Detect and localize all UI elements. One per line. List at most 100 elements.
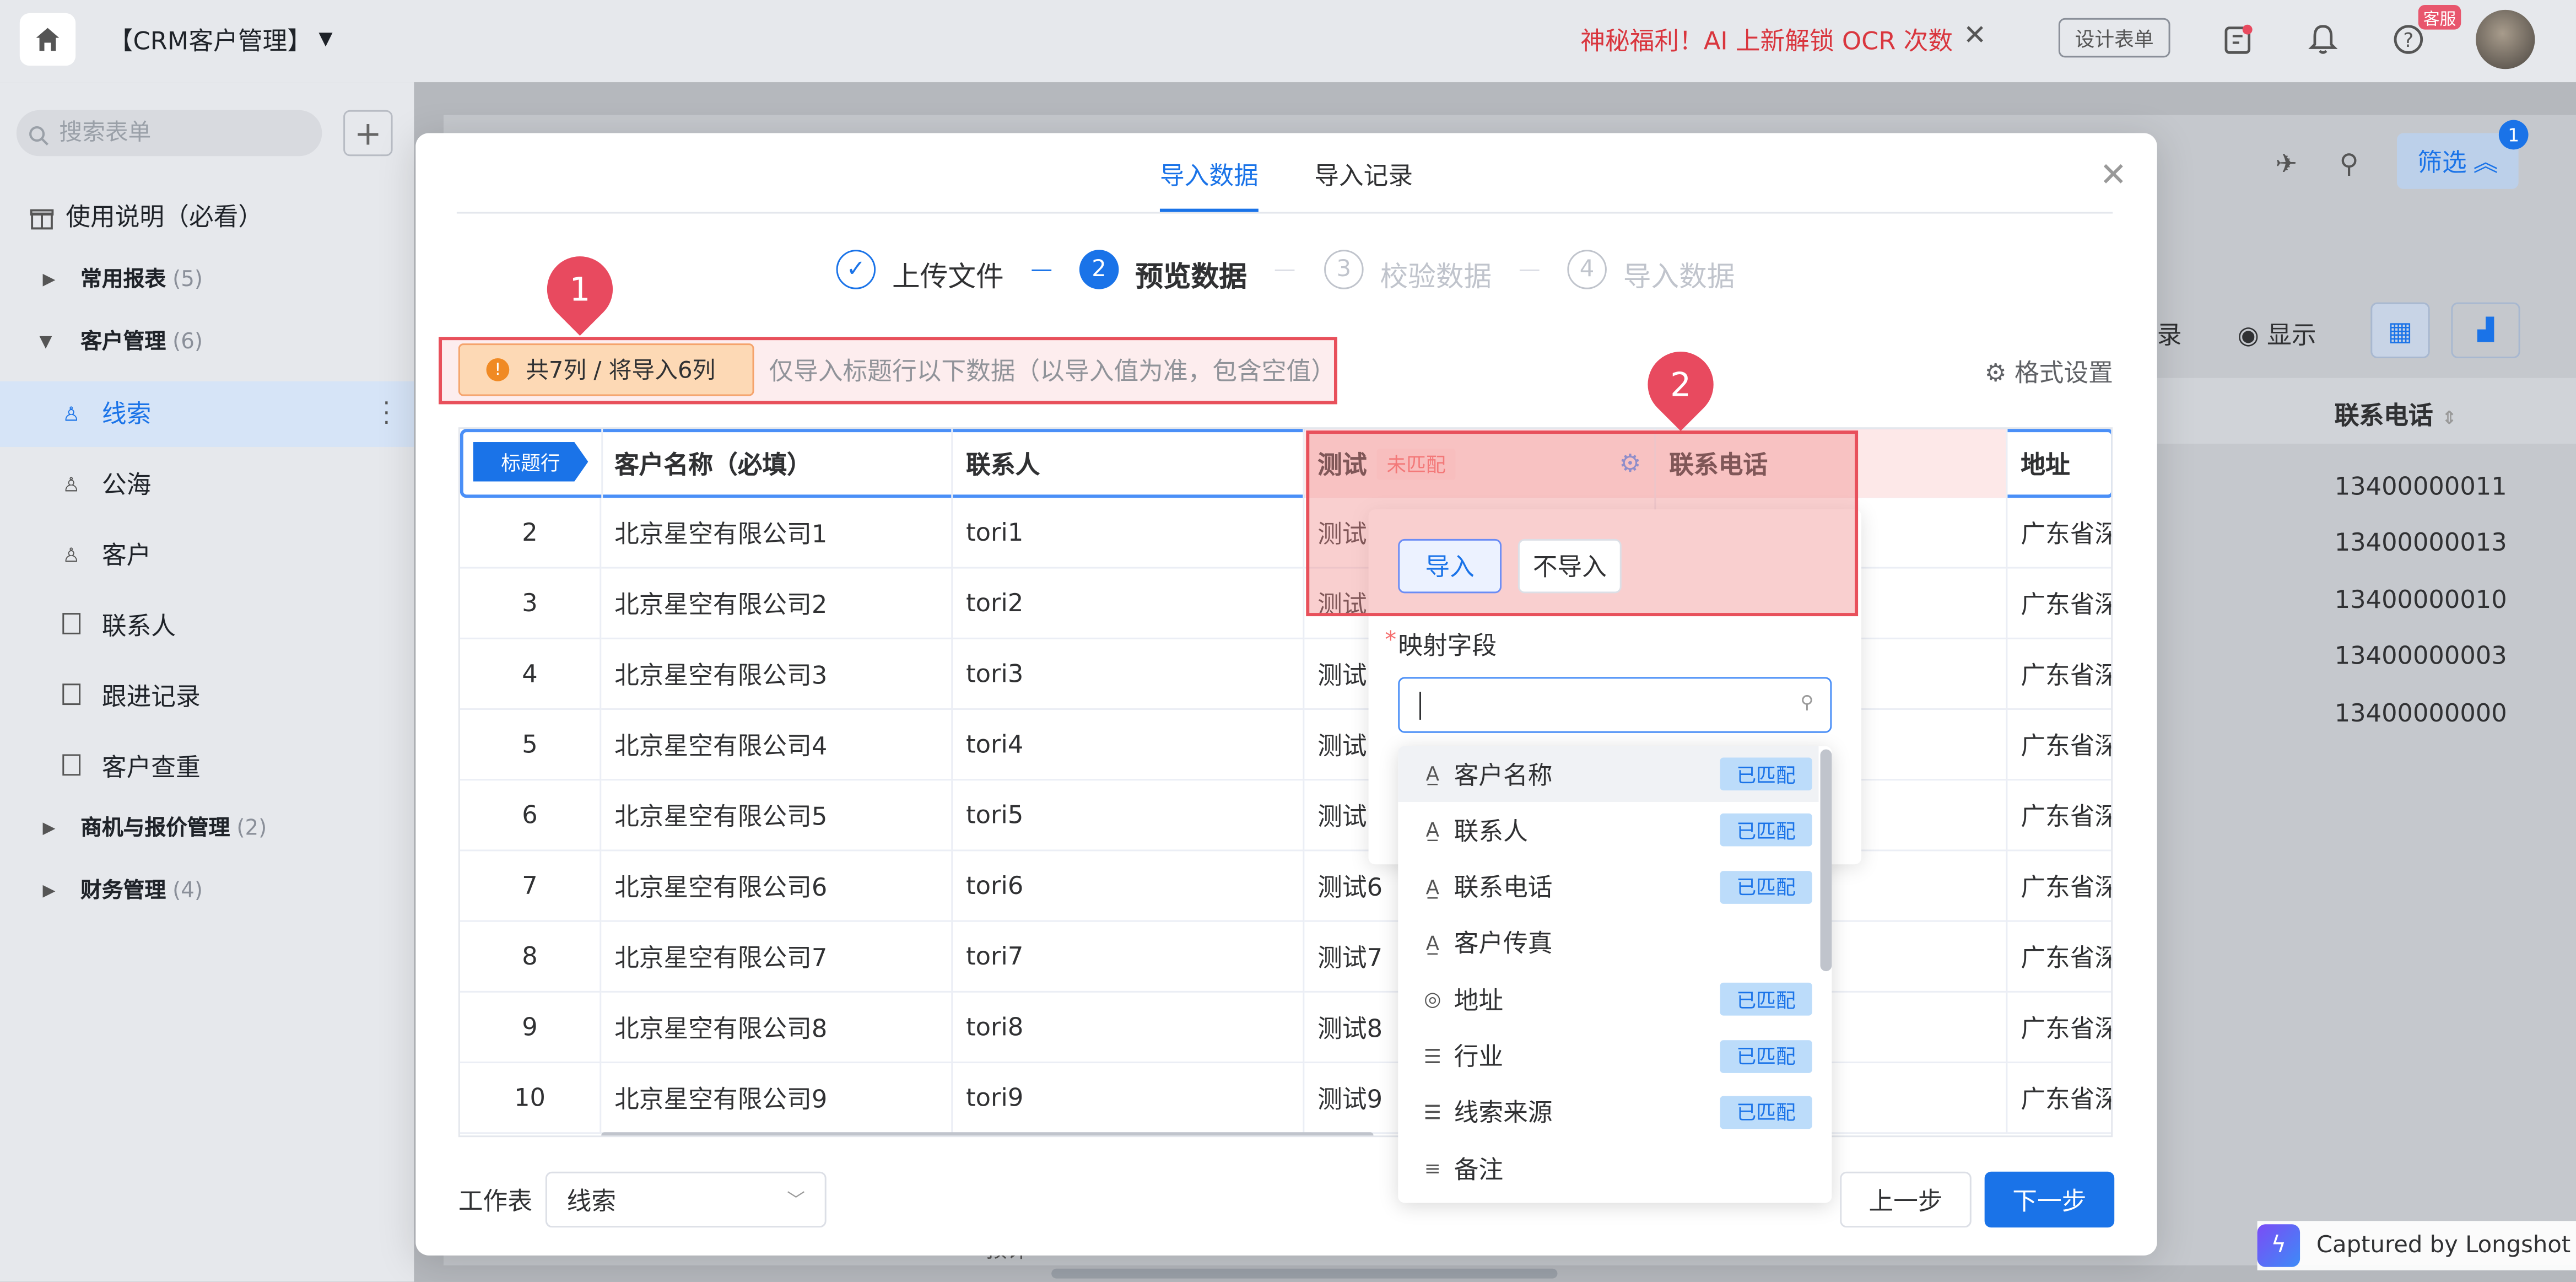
matched-tag: 已匹配 xyxy=(1720,1096,1812,1129)
annotation-box-1 xyxy=(439,337,1337,405)
location-icon: ◎ xyxy=(1424,988,1441,1011)
promo-close-icon[interactable]: ✕ xyxy=(1963,20,1986,53)
mapping-option[interactable]: A̲ 联系人 已匹配 xyxy=(1398,802,1818,858)
mapping-option-label: 客户传真 xyxy=(1454,929,1553,959)
caret-right-icon[interactable]: ▶ xyxy=(43,882,56,901)
table-scrollbar[interactable] xyxy=(601,1132,1374,1136)
select-icon: ☰ xyxy=(1423,1044,1441,1068)
sort-icon[interactable]: ⇕ xyxy=(2442,407,2456,429)
dropdown-scrollbar[interactable] xyxy=(1820,749,1832,972)
prev-step-button[interactable]: 上一步 xyxy=(1840,1171,1972,1228)
mapping-field-search-input[interactable]: ⚲ xyxy=(1398,677,1832,733)
mapping-option-label: 行业 xyxy=(1454,1042,1504,1071)
horizontal-scrollbar[interactable] xyxy=(1051,1268,1558,1279)
header-customer-name[interactable]: 客户名称（必填） xyxy=(601,429,953,498)
todo-icon[interactable] xyxy=(2218,20,2258,60)
text-icon: A̲ xyxy=(1425,762,1440,786)
table-cell: tori2 xyxy=(953,568,1305,639)
table-cell: tori4 xyxy=(953,710,1305,781)
leads-icon: ♙ xyxy=(62,402,80,426)
mapping-option-label: 备注 xyxy=(1454,1154,1504,1184)
caret-down-icon[interactable]: ▼ xyxy=(40,333,52,352)
text-icon: A̲ xyxy=(1425,818,1440,842)
caret-right-icon[interactable]: ▶ xyxy=(43,271,56,289)
close-icon[interactable]: ✕ xyxy=(2099,154,2127,194)
sidebar-group-deals[interactable]: 商机与报价管理 (2) xyxy=(0,797,414,863)
caret-right-icon[interactable]: ▶ xyxy=(43,820,56,838)
home-button[interactable] xyxy=(19,13,76,66)
table-cell: tori5 xyxy=(953,780,1305,852)
display-button[interactable]: ◉ 显示 xyxy=(2238,317,2316,352)
chart-view-icon[interactable]: ▟ xyxy=(2451,302,2520,358)
step-4-label: 导入数据 xyxy=(1623,261,1735,294)
step-connector xyxy=(1032,269,1052,271)
chevron-down-icon: ﹀ xyxy=(787,1189,805,1211)
support-badge[interactable]: 客服 xyxy=(2418,4,2461,30)
app-switch-caret-icon[interactable]: ▼ xyxy=(318,28,332,50)
row-number: 8 xyxy=(460,922,602,993)
sidebar-group-customer[interactable]: 客户管理 (6) xyxy=(0,311,414,376)
mapping-option-label: 线索来源 xyxy=(1454,1098,1553,1128)
phone-column-header[interactable]: 联系电话 ⇕ xyxy=(2335,398,2457,433)
mapping-dropdown: A̲ 客户名称 已匹配 A̲ 联系人 已匹配 A̲ 联系电话 已匹配 A̲ 客户传真 ◎ 地址 已匹配 ☰ 行… xyxy=(1398,746,1832,1203)
table-cell: 北京星空有限公司4 xyxy=(601,710,953,781)
pin-icon[interactable]: ⚲ xyxy=(2340,148,2359,179)
mapping-option-label: 联系人 xyxy=(1454,816,1528,846)
tab-divider xyxy=(456,212,2113,214)
header-contact[interactable]: 联系人 xyxy=(953,429,1305,498)
sidebar-group-reports[interactable]: 常用报表 (5) xyxy=(0,248,414,314)
step-1-label: 上传文件 xyxy=(892,261,1004,294)
table-cell: tori6 xyxy=(953,851,1305,922)
table-cell: tori1 xyxy=(953,498,1305,569)
mapping-option-label: 联系电话 xyxy=(1454,872,1553,903)
table-view-icon[interactable]: ▦ xyxy=(2370,302,2430,358)
mapping-option[interactable]: A̲ 客户名称 已匹配 xyxy=(1398,746,1819,802)
customer-icon: ♙ xyxy=(62,543,80,567)
mapping-option[interactable]: A̲ 客户传真 xyxy=(1398,915,1818,971)
required-mark: * xyxy=(1385,627,1397,654)
matched-tag: 已匹配 xyxy=(1720,814,1812,847)
table-cell: 广东省深 xyxy=(2007,993,2111,1064)
mapping-option[interactable]: ☰ 线索来源 已匹配 xyxy=(1398,1084,1818,1140)
step-2-number: 2 xyxy=(1079,250,1119,289)
step-done-check-icon: ✓ xyxy=(836,250,876,289)
mapping-option-label: 地址 xyxy=(1454,985,1504,1015)
share-icon[interactable]: ✈ xyxy=(2275,148,2297,179)
table-cell: 北京星空有限公司1 xyxy=(601,498,953,569)
text-icon: A̲ xyxy=(1425,875,1440,898)
app-title: 【CRM客户管理】 xyxy=(108,26,312,56)
svg-text:?: ? xyxy=(2403,29,2413,52)
row-number: 10 xyxy=(460,1063,602,1134)
next-step-button[interactable]: 下一步 xyxy=(1984,1171,2115,1228)
mapping-option[interactable]: A̲ 联系电话 已匹配 xyxy=(1398,859,1818,914)
format-settings-button[interactable]: ⚙ 格式设置 xyxy=(1985,355,2113,390)
bell-icon[interactable] xyxy=(2303,20,2343,60)
worksheet-select[interactable]: 线索 ﹀ xyxy=(545,1171,827,1228)
avatar[interactable] xyxy=(2476,9,2535,69)
add-form-button[interactable]: + xyxy=(343,110,393,157)
table-cell: 广东省深 xyxy=(2007,569,2111,639)
matched-tag: 已匹配 xyxy=(1720,757,1812,791)
document-icon xyxy=(62,683,81,705)
annotation-box-2 xyxy=(1306,430,1859,617)
form-search-input[interactable]: 搜索表单 xyxy=(16,110,322,157)
mapping-option[interactable]: ◎ 地址 已匹配 xyxy=(1398,972,1818,1027)
header-address[interactable]: 地址 xyxy=(2007,429,2111,498)
background-phone-list: 13400000011 13400000013 13400000010 1340… xyxy=(2334,471,2507,728)
select-icon: ☰ xyxy=(1423,1100,1441,1124)
step-3-number: 3 xyxy=(1324,250,1364,289)
annotation-number-2: 2 xyxy=(1670,364,1692,405)
table-cell: 北京星空有限公司3 xyxy=(601,639,953,710)
tab-import-data[interactable]: 导入数据 xyxy=(1160,158,1259,192)
table-cell: tori8 xyxy=(953,992,1305,1064)
tab-import-records[interactable]: 导入记录 xyxy=(1314,158,1413,192)
step-4-number: 4 xyxy=(1567,250,1607,289)
promo-banner[interactable]: 神秘福利！AI 上新解锁 OCR 次数 xyxy=(1580,23,1953,58)
record-label[interactable]: 录 xyxy=(2157,317,2182,352)
design-form-button[interactable]: 设计表单 xyxy=(2058,18,2170,58)
sidebar-group-finance[interactable]: 财务管理 (4) xyxy=(0,859,414,925)
more-icon[interactable]: · · · xyxy=(383,393,390,436)
mapping-option[interactable]: ☰ 行业 已匹配 xyxy=(1398,1028,1818,1084)
mapping-option[interactable]: ≡ 备注 xyxy=(1398,1140,1818,1196)
sidebar-item-usage[interactable]: 使用说明（必看） xyxy=(0,184,414,250)
